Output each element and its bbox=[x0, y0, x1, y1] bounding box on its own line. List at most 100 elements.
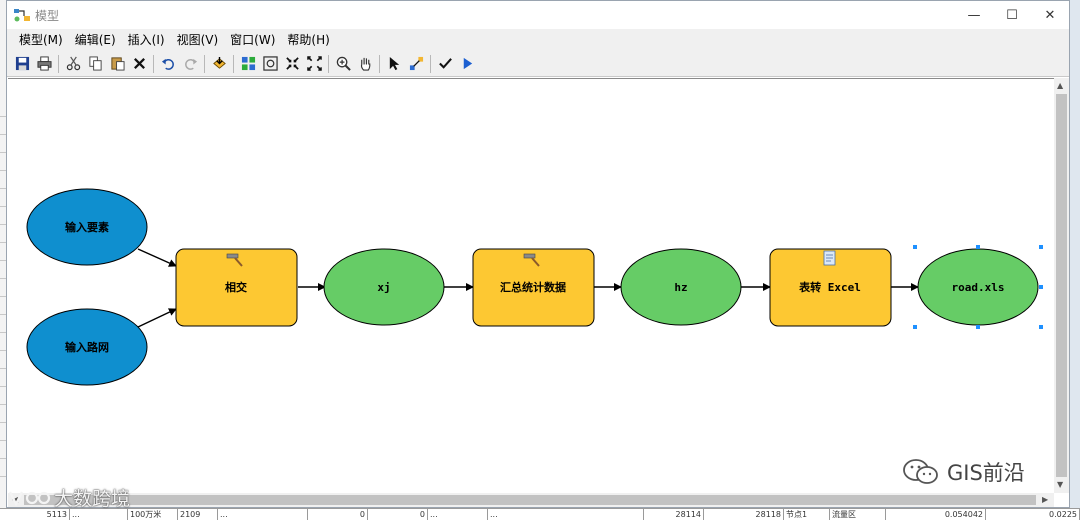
summary-statistics-tool-node[interactable]: 汇总统计数据 bbox=[472, 248, 595, 327]
zoom-in-button[interactable] bbox=[332, 53, 354, 75]
script-tool-icon bbox=[823, 250, 836, 266]
menu-model[interactable]: 模型(M) bbox=[13, 29, 69, 51]
model-window: 模型 — ☐ ✕ 模型(M) 编辑(E) 插入(I) 视图(V) 窗口(W) 帮… bbox=[6, 0, 1070, 508]
brand-logo-icon bbox=[8, 490, 51, 507]
node-label: xj bbox=[377, 281, 390, 294]
full-extent-icon bbox=[262, 56, 278, 71]
copy-button[interactable] bbox=[84, 53, 106, 75]
delete-button[interactable] bbox=[128, 53, 150, 75]
fixed-zoom-in-button[interactable] bbox=[281, 53, 303, 75]
select-icon bbox=[389, 56, 399, 71]
paste-icon bbox=[110, 57, 125, 71]
vertical-scroll-thumb[interactable] bbox=[1056, 94, 1067, 477]
table-cell: 28114 bbox=[644, 509, 704, 520]
redo-button[interactable] bbox=[179, 53, 201, 75]
node-label: 输入要素 bbox=[65, 220, 109, 234]
minimize-button[interactable]: — bbox=[955, 1, 993, 29]
validate-button[interactable] bbox=[434, 53, 456, 75]
pan-button[interactable] bbox=[354, 53, 376, 75]
output-xj-node[interactable]: xj bbox=[323, 248, 445, 326]
save-button[interactable] bbox=[11, 53, 33, 75]
menu-view[interactable]: 视图(V) bbox=[171, 29, 225, 51]
wechat-icon bbox=[903, 459, 938, 484]
table-cell: ... bbox=[218, 509, 308, 520]
table-cell: ... bbox=[428, 509, 488, 520]
undo-button[interactable] bbox=[157, 53, 179, 75]
print-button[interactable] bbox=[33, 53, 55, 75]
run-button[interactable] bbox=[456, 53, 478, 75]
node-label: road.xls bbox=[952, 281, 1005, 294]
menu-bar: 模型(M) 编辑(E) 插入(I) 视图(V) 窗口(W) 帮助(H) bbox=[7, 29, 1069, 51]
paste-button[interactable] bbox=[106, 53, 128, 75]
validate-icon bbox=[438, 58, 452, 69]
save-icon bbox=[15, 56, 29, 71]
window-title: 模型 bbox=[35, 8, 60, 23]
add-data-button[interactable] bbox=[208, 53, 230, 75]
cut-button[interactable] bbox=[62, 53, 84, 75]
auto-layout-button[interactable] bbox=[237, 53, 259, 75]
menu-edit[interactable]: 编辑(E) bbox=[69, 29, 122, 51]
table-cell: 28118 bbox=[704, 509, 784, 520]
table-cell: 0 bbox=[368, 509, 428, 520]
connect-button[interactable] bbox=[405, 53, 427, 75]
select-button[interactable] bbox=[383, 53, 405, 75]
model-canvas[interactable]: 输入要素 输入路网 相交 xj 汇总统计数据 hz 表转 Excel road.… bbox=[8, 78, 1054, 493]
menu-help[interactable]: 帮助(H) bbox=[281, 29, 335, 51]
node-label: hz bbox=[674, 281, 687, 294]
input-feature-node[interactable]: 输入要素 bbox=[26, 188, 148, 266]
title-bar[interactable]: 模型 — ☐ ✕ bbox=[7, 1, 1069, 29]
output-road-xls-node[interactable]: road.xls bbox=[917, 248, 1039, 326]
close-button[interactable]: ✕ bbox=[1031, 1, 1069, 29]
connector-line bbox=[137, 308, 177, 328]
zoom-in-icon bbox=[336, 56, 351, 71]
menu-window[interactable]: 窗口(W) bbox=[224, 29, 281, 51]
add-data-icon bbox=[212, 56, 226, 69]
menu-insert[interactable]: 插入(I) bbox=[122, 29, 171, 51]
scroll-down-icon[interactable]: ▼ bbox=[1057, 480, 1063, 489]
fixed-zoom-out-icon bbox=[306, 56, 322, 71]
model-builder-icon bbox=[14, 9, 30, 22]
wechat-watermark: GIS前沿 bbox=[901, 457, 1025, 487]
brand-name: 大数跨境 bbox=[54, 488, 131, 510]
print-icon bbox=[36, 56, 52, 71]
table-to-excel-tool-node[interactable]: 表转 Excel bbox=[769, 248, 892, 327]
table-cell: 2109 bbox=[178, 509, 218, 520]
connector-line bbox=[137, 248, 177, 267]
table-cell: 0.0225 bbox=[986, 509, 1080, 520]
full-extent-button[interactable] bbox=[259, 53, 281, 75]
toolbar-separator bbox=[204, 54, 205, 73]
node-label: 表转 Excel bbox=[798, 280, 861, 294]
toolbar-separator bbox=[328, 54, 329, 73]
input-road-node[interactable]: 输入路网 bbox=[26, 308, 148, 386]
toolbar-separator bbox=[233, 54, 234, 73]
fixed-zoom-out-button[interactable] bbox=[303, 53, 325, 75]
background-window-edge bbox=[1070, 0, 1080, 520]
horizontal-scrollbar[interactable]: ◀ ▶ bbox=[8, 493, 1054, 507]
auto-layout-icon bbox=[241, 56, 255, 71]
horizontal-scroll-thumb[interactable] bbox=[24, 495, 1036, 505]
table-cell: 节点1 bbox=[784, 509, 830, 520]
intersect-tool-node[interactable]: 相交 bbox=[175, 248, 298, 327]
table-cell: 100万米 bbox=[128, 509, 178, 520]
scroll-right-icon[interactable]: ▶ bbox=[1042, 495, 1048, 504]
delete-icon bbox=[133, 58, 145, 69]
scroll-up-icon[interactable]: ▲ bbox=[1057, 81, 1063, 90]
background-table-row: 5113 ... 100万米 2109 ... 0 0 ... ... 2811… bbox=[0, 508, 1080, 520]
maximize-button[interactable]: ☐ bbox=[993, 1, 1031, 29]
table-cell: ... bbox=[488, 509, 644, 520]
node-label: 输入路网 bbox=[65, 340, 109, 354]
toolbar-separator bbox=[153, 54, 154, 73]
vertical-scrollbar[interactable]: ▲ ▼ bbox=[1054, 78, 1069, 493]
node-label: 相交 bbox=[225, 280, 247, 294]
pan-icon bbox=[360, 57, 370, 71]
brand-watermark: 大数跨境 bbox=[8, 484, 130, 511]
toolbar-separator bbox=[379, 54, 380, 73]
table-cell: 流量区 bbox=[830, 509, 886, 520]
output-hz-node[interactable]: hz bbox=[620, 248, 742, 326]
node-label: 汇总统计数据 bbox=[500, 280, 566, 294]
toolbar-separator bbox=[58, 54, 59, 73]
cut-icon bbox=[66, 56, 80, 71]
copy-icon bbox=[88, 56, 102, 71]
undo-icon bbox=[161, 58, 174, 70]
toolbar bbox=[7, 51, 1069, 77]
